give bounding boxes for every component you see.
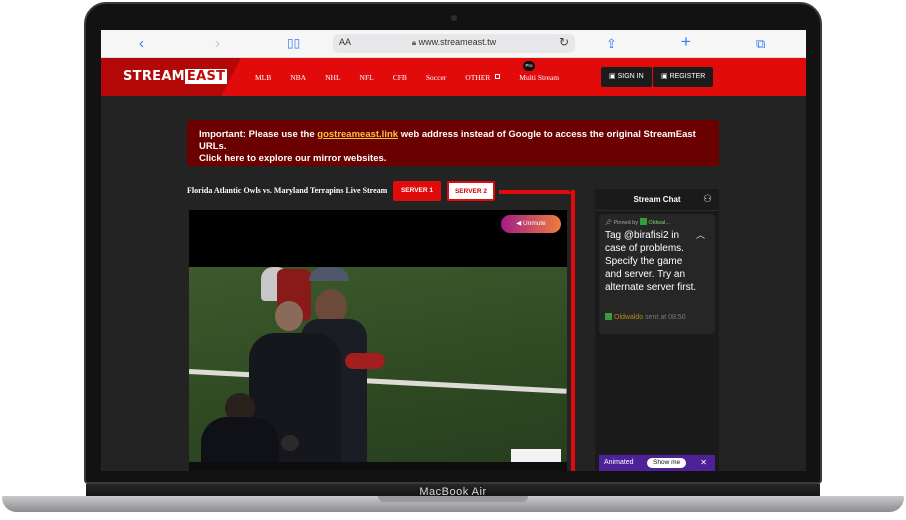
url-display: 🔒︎ www.streameast.tw (333, 37, 575, 48)
chat-title: Stream Chat (595, 189, 719, 211)
nav-other[interactable]: OTHER (465, 73, 501, 82)
microphone (281, 435, 299, 451)
pinned-text: Tag @birafisi2 in case of problems. Spec… (605, 230, 697, 293)
register-button[interactable]: ▣ REGISTER (653, 67, 714, 87)
cap (309, 267, 349, 281)
stream-title: Florida Atlantic Owls vs. Maryland Terra… (187, 186, 388, 195)
nav-multi-stream[interactable]: Multi Stream (519, 73, 559, 82)
tabs-icon[interactable]: ⧉ (756, 35, 765, 52)
close-icon[interactable]: ✕ (700, 455, 707, 471)
pro-badge: Pro (523, 61, 535, 71)
new-tab-icon[interactable]: + (681, 33, 691, 50)
nav-other-label: OTHER (465, 73, 491, 82)
register-label: REGISTER (669, 73, 706, 80)
dropdown-icon (495, 74, 501, 79)
animated-label: Animated (604, 459, 634, 466)
pinned-by-label: Pinned by (613, 220, 638, 226)
nav-nfl[interactable]: NFL (360, 73, 374, 82)
stream-chat: Stream Chat ⚇ 📌︎ Pinned by Oldwal... ︿ T… (595, 189, 719, 471)
forward-icon[interactable]: › (215, 35, 220, 52)
share-icon[interactable]: ⇪ (606, 35, 617, 52)
streameast-logo[interactable]: STREAM EAST (123, 69, 228, 84)
staff-head (275, 301, 303, 331)
logo-east-text: EAST (184, 69, 228, 84)
nav-cfb[interactable]: CFB (393, 73, 407, 82)
mod-badge-icon (639, 218, 647, 225)
show-me-button[interactable]: Show me (647, 458, 687, 468)
logo-stream-text: STREAM (123, 69, 185, 84)
nav-nba[interactable]: NBA (290, 73, 306, 82)
sign-in-button[interactable]: ▣ SIGN IN (601, 67, 652, 87)
server-2-button[interactable]: SERVER 2 (447, 181, 495, 201)
accent-line-vertical (571, 190, 575, 471)
pinned-message: 📌︎ Pinned by Oldwal... ︿ Tag @birafisi2 … (599, 214, 715, 334)
score-bar (189, 462, 567, 471)
sign-in-label: SIGN IN (617, 73, 644, 80)
yard-line (189, 369, 567, 394)
pinned-author: Oldwaldo (614, 314, 644, 321)
reload-icon[interactable]: ↻ (559, 35, 569, 49)
bookmarks-icon[interactable]: ▯▯ (287, 35, 300, 52)
author-badge-icon (605, 313, 612, 320)
animated-banner: Animated Show me ✕ (599, 455, 715, 471)
accent-line (499, 190, 571, 194)
user-icon: ▣ (609, 73, 616, 80)
video-frame (189, 267, 567, 471)
site-nav: STREAM EAST MLB NBA NHL NFL CFB Soccer OT… (101, 58, 806, 96)
pinned-time: sent at 08:50 (645, 314, 686, 321)
unmute-button[interactable]: ◀︎ Unmute (501, 215, 561, 233)
device-label: MacBook Air (419, 486, 487, 498)
camera-icon (451, 15, 457, 21)
speaker-icon: ◀︎ (516, 220, 522, 227)
mirror-notice[interactable]: Important: Please use the gostreameast.l… (187, 120, 719, 166)
address-bar[interactable]: AA 🔒︎ www.streameast.tw ↻ (333, 34, 575, 53)
notice-line2: Click here to explore our mirror website… (199, 153, 387, 164)
screen: ‹ › ▯▯ AA 🔒︎ www.streameast.tw ↻ ⇪ + ⧉ S… (101, 30, 806, 471)
unmute-label: Unmute (523, 220, 546, 227)
pinned-footer: Oldwaldo sent at 08:50 (605, 313, 686, 321)
tv-bug (511, 449, 561, 463)
back-icon[interactable]: ‹ (139, 35, 144, 52)
nav-mlb[interactable]: MLB (255, 73, 271, 82)
server-1-button[interactable]: SERVER 1 (393, 181, 441, 201)
chevron-up-icon[interactable]: ︿ (696, 228, 705, 241)
nav-links: MLB NBA NHL NFL CFB Soccer OTHER Multi S… (255, 73, 578, 82)
nav-nhl[interactable]: NHL (325, 73, 340, 82)
video-player[interactable]: ◀︎ Unmute (189, 210, 567, 471)
pinned-by-user: Oldwal... (648, 220, 670, 226)
pin-icon: 📌︎ (605, 220, 612, 226)
nav-soccer[interactable]: Soccer (426, 73, 446, 82)
browser-toolbar: ‹ › ▯▯ AA 🔒︎ www.streameast.tw ↻ ⇪ + ⧉ (101, 30, 806, 58)
red-glove (345, 353, 385, 369)
notice-link[interactable]: gostreameast.link (317, 129, 398, 140)
lock-icon: 🔒︎ (411, 38, 417, 47)
register-icon: ▣ (661, 73, 668, 80)
notice-prefix: Important: Please use the (199, 129, 318, 140)
users-icon[interactable]: ⚇ (703, 194, 712, 205)
pinned-meta: 📌︎ Pinned by Oldwal... (605, 218, 709, 226)
url-text: www.streameast.tw (418, 37, 497, 47)
